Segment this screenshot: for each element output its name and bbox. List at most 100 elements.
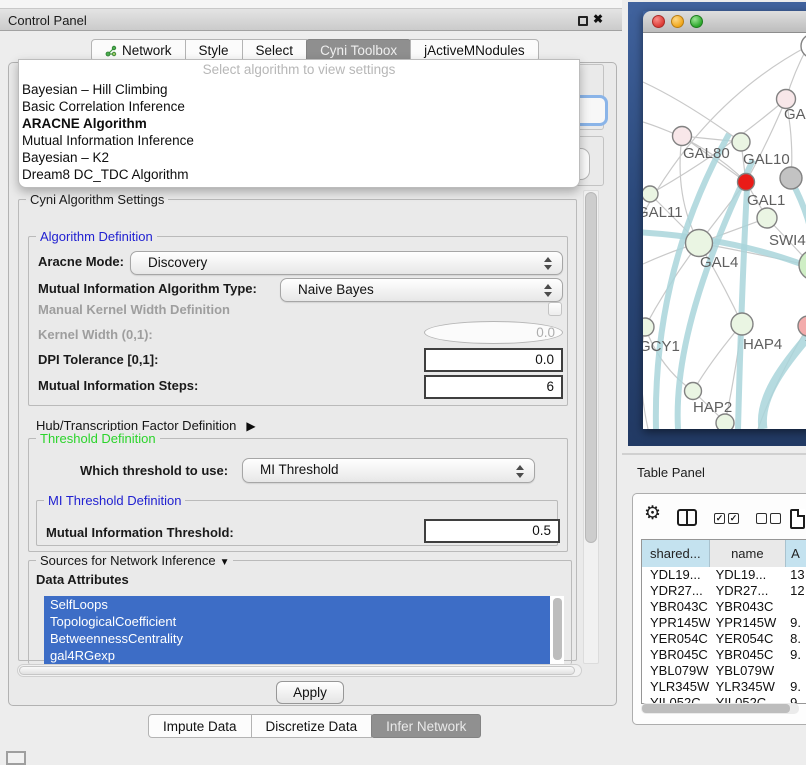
table-cell[interactable]: YIL052C <box>642 695 710 703</box>
table-horizontal-scrollbar[interactable] <box>641 703 799 714</box>
table-cell[interactable]: YIL052C <box>710 695 787 703</box>
network-node[interactable] <box>716 414 734 429</box>
network-node-gal1[interactable] <box>757 208 777 228</box>
table-body[interactable]: YDL19...YDL19...13YDR27...YDR27...12YBR0… <box>642 567 806 703</box>
mi-steps-input[interactable]: 6 <box>424 375 563 399</box>
kernel-width-input[interactable]: 0.0 <box>424 321 563 344</box>
table-cell[interactable]: YBR045C <box>710 647 787 663</box>
table-cell[interactable]: YPR145W <box>642 615 710 631</box>
minimize-traffic-light-icon[interactable] <box>671 15 684 28</box>
collapse-down-icon[interactable]: ▼ <box>220 557 230 568</box>
table-cell[interactable]: 13 <box>786 567 806 583</box>
table-row[interactable]: YLR345WYLR345W9. <box>642 679 806 695</box>
network-node-swi4[interactable] <box>799 250 806 280</box>
table-cell[interactable]: YDR27... <box>710 583 787 599</box>
dpi-tolerance-input[interactable]: 0.0 <box>424 348 563 372</box>
apply-button[interactable]: Apply <box>276 681 344 704</box>
table-row[interactable]: YBL079WYBL079W <box>642 663 806 679</box>
algorithm-option[interactable]: Dream8 DC_TDC Algorithm <box>19 166 579 183</box>
attribute-list-item[interactable]: gal4RGexp <box>44 647 550 664</box>
table-cell[interactable]: YPR145W <box>710 615 787 631</box>
attribute-list-item[interactable]: SelfLoops <box>44 596 550 613</box>
table-cell[interactable]: YDL19... <box>710 567 787 583</box>
table-cell[interactable]: 9. <box>786 695 806 703</box>
split-view-icon[interactable] <box>677 509 697 526</box>
network-canvas[interactable]: GALGAL80GAL10GAL1GAL11GAL4SWI4GCY1HAP4YH… <box>643 33 806 429</box>
document-icon[interactable] <box>790 509 805 529</box>
network-node-hap2[interactable] <box>685 383 702 400</box>
algorithm-option[interactable]: Basic Correlation Inference <box>19 98 579 115</box>
network-node-gal80[interactable] <box>673 127 692 146</box>
table-cell[interactable]: 9. <box>786 679 806 695</box>
attribute-list-item[interactable]: TopologicalCoefficient <box>44 613 550 630</box>
float-window-icon[interactable] <box>578 16 588 26</box>
network-node[interactable] <box>780 167 802 189</box>
table-row[interactable]: YER054CYER054C8. <box>642 631 806 647</box>
data-attributes-list[interactable]: SelfLoopsTopologicalCoefficientBetweenne… <box>44 596 564 664</box>
table-cell[interactable]: YLR345W <box>710 679 787 695</box>
table-cell[interactable]: 12 <box>786 583 806 599</box>
table-cell[interactable]: YDL19... <box>642 567 710 583</box>
algorithm-option[interactable]: ARACNE Algorithm <box>19 115 579 132</box>
table-cell[interactable] <box>786 599 806 615</box>
table-row[interactable]: YBR043CYBR043C <box>642 599 806 615</box>
column-header-shared-name[interactable]: shared... <box>642 540 710 567</box>
table-cell[interactable]: YBL079W <box>710 663 787 679</box>
table-row[interactable]: YBR045CYBR045C9. <box>642 647 806 663</box>
manual-kernel-checkbox[interactable] <box>548 302 562 316</box>
network-node[interactable] <box>738 174 755 191</box>
table-cell[interactable] <box>786 663 806 679</box>
tab-infer-network[interactable]: Infer Network <box>371 714 481 738</box>
column-header-cut[interactable]: A <box>786 540 806 567</box>
tab-discretize-data[interactable]: Discretize Data <box>251 714 373 738</box>
column-header-name[interactable]: name <box>710 540 787 567</box>
checked-checkbox-icon[interactable]: ✓ <box>728 513 739 524</box>
table-cell[interactable]: YLR345W <box>642 679 710 695</box>
mi-threshold-input[interactable]: 0.5 <box>424 519 560 543</box>
panel-divider <box>622 453 806 455</box>
zoom-traffic-light-icon[interactable] <box>690 15 703 28</box>
table-row[interactable]: YIL052CYIL052C9. <box>642 695 806 703</box>
table-cell[interactable]: 9. <box>786 615 806 631</box>
settings-horizontal-scrollbar-thumb[interactable] <box>19 666 575 675</box>
unchecked-checkbox-icon[interactable] <box>770 513 781 524</box>
attribute-list-item[interactable]: BetweennessCentrality <box>44 630 550 647</box>
algorithm-option[interactable]: Bayesian – Hill Climbing <box>19 81 579 98</box>
docked-panel-icon[interactable] <box>6 751 26 765</box>
table-cell[interactable]: 8. <box>786 631 806 647</box>
algorithm-option[interactable]: Mutual Information Inference <box>19 132 579 149</box>
table-row[interactable]: YDR27...YDR27...12 <box>642 583 806 599</box>
table-row[interactable]: YPR145WYPR145W9. <box>642 615 806 631</box>
table-cell[interactable]: YBL079W <box>642 663 710 679</box>
table-cell[interactable]: YBR043C <box>710 599 787 615</box>
which-threshold-select[interactable]: MI Threshold <box>242 458 535 483</box>
checked-checkbox-icon[interactable]: ✓ <box>714 513 725 524</box>
gear-icon[interactable]: ⚙ <box>644 502 661 525</box>
network-node-y[interactable] <box>798 316 806 336</box>
table-cell[interactable]: YDR27... <box>642 583 710 599</box>
table-row[interactable]: YDL19...YDL19...13 <box>642 567 806 583</box>
table-cell[interactable]: YER054C <box>642 631 710 647</box>
settings-vertical-scrollbar-thumb[interactable] <box>585 192 597 543</box>
network-node-hap4[interactable] <box>731 313 753 335</box>
stepper-icon <box>544 257 553 270</box>
network-node[interactable] <box>801 34 806 58</box>
list-scrollbar-thumb[interactable] <box>553 598 562 660</box>
close-icon[interactable]: ✖ <box>593 12 603 26</box>
table-cell[interactable]: YBR043C <box>642 599 710 615</box>
unchecked-checkbox-icon[interactable] <box>756 513 767 524</box>
table-cell[interactable]: YBR045C <box>642 647 710 663</box>
aracne-mode-select[interactable]: Discovery <box>130 251 563 275</box>
table-horizontal-scrollbar-thumb[interactable] <box>642 704 790 713</box>
network-node-gal11[interactable] <box>643 186 658 202</box>
tab-impute-data[interactable]: Impute Data <box>148 714 252 738</box>
table-cell[interactable]: 9. <box>786 647 806 663</box>
network-node-gal4[interactable] <box>686 230 713 257</box>
network-node-gal10[interactable] <box>732 133 750 151</box>
close-traffic-light-icon[interactable] <box>652 15 665 28</box>
mi-type-select[interactable]: Naive Bayes <box>280 278 563 302</box>
network-node-gcy1[interactable] <box>643 318 654 336</box>
table-cell[interactable]: YER054C <box>710 631 787 647</box>
algorithm-option[interactable]: Bayesian – K2 <box>19 149 579 166</box>
network-window-titlebar[interactable] <box>643 11 806 33</box>
